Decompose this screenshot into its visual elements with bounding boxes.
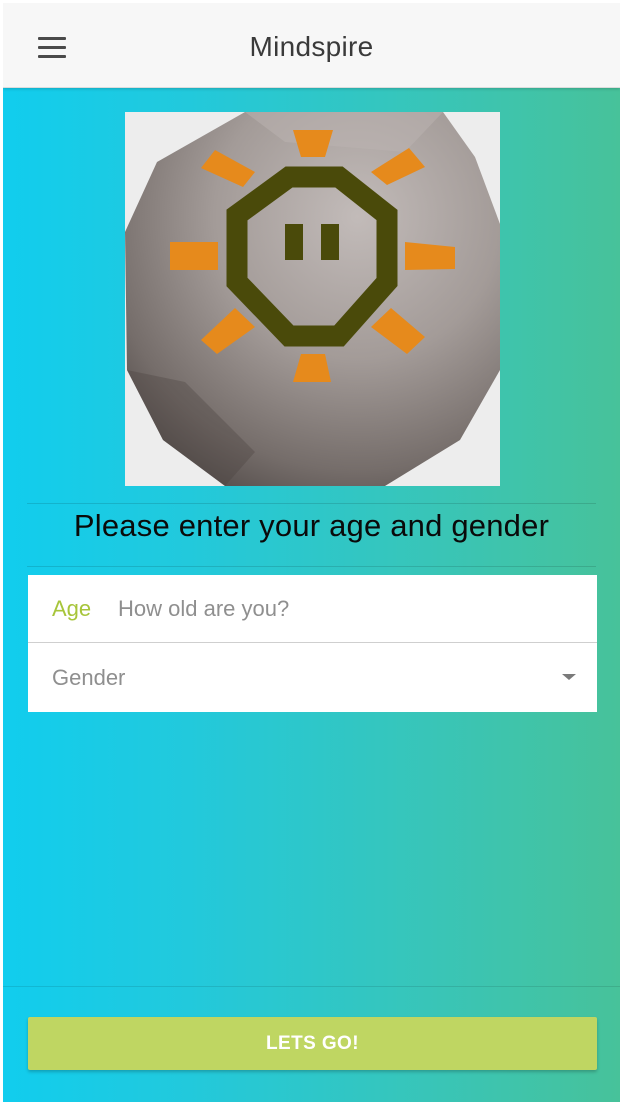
age-field: Age [28,575,597,643]
app-title: Mindspire [249,31,374,62]
app-toolbar: Mindspire [3,3,620,88]
main-content: Please enter your age and gender Age Gen… [3,88,620,1102]
age-input[interactable] [116,589,580,629]
dropdown-caret-icon [562,674,576,680]
lets-go-button[interactable]: LETS GO! [28,1017,597,1070]
age-label: Age [52,596,92,621]
footer-divider [3,986,620,987]
app-window: Mindspire Please enter your age and gend… [3,3,620,1102]
divider [27,566,596,567]
divider [27,503,596,504]
prompt-heading: Please enter your age and gender [73,508,550,543]
gender-placeholder: Gender [52,665,126,690]
profile-form: Age Gender [28,575,597,712]
rune-stone-logo-icon [125,112,500,486]
gender-select[interactable]: Gender [28,643,597,712]
